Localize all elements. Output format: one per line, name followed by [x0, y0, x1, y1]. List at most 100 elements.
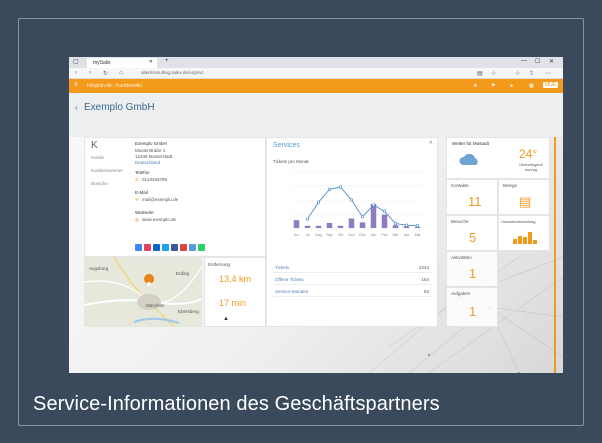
row-label: Tickets — [275, 265, 290, 270]
breadcrumb[interactable]: Infoplan.de › Kundenwiki — [87, 83, 142, 89]
map-pin-icon[interactable] — [147, 282, 151, 286]
service-row[interactable]: Tickets 2244 — [273, 262, 433, 273]
chart-point — [338, 185, 343, 189]
stat-value: 1 — [469, 266, 477, 281]
url-input[interactable]: aiterkonsulting.salex.de/org/svc — [141, 70, 471, 77]
app-screenshot: ▢ mySalix ✕ + — ☐ ✕ ‹ › ↻ ⌂ aiterkonsult… — [69, 57, 563, 373]
stat-tile-belege[interactable]: Belege ▤ — [498, 179, 550, 215]
weather-title: Wetter für Mustadt — [452, 141, 489, 146]
x-tick-label: Jun — [294, 233, 300, 237]
close-window-button[interactable]: ✕ — [549, 58, 554, 65]
weather-temp: 24° — [519, 147, 538, 161]
collections-icon[interactable]: ☆ — [515, 70, 520, 77]
refresh-icon[interactable]: ↻ — [103, 70, 108, 77]
stat-tile-aufgaben[interactable]: Aufgaben 1 — [446, 287, 498, 327]
service-row[interactable]: Offene Tickets 164 — [273, 274, 433, 285]
car-icon: ▲ — [223, 316, 229, 322]
map-label-ebersberg: Ebersberg — [178, 309, 199, 314]
close-tab-icon[interactable]: ✕ — [149, 59, 153, 65]
xing-icon[interactable] — [189, 244, 196, 251]
stat-tile-besuche[interactable]: Besuche 5 — [446, 215, 498, 251]
row-label: Service-Stunden — [275, 289, 309, 294]
company-name: Exemplo GmbH — [135, 141, 167, 146]
service-row[interactable]: Service-Stunden 53 — [273, 286, 433, 297]
more-icon[interactable]: ⋯ — [545, 70, 551, 77]
bell-icon[interactable]: ● — [510, 83, 513, 89]
chart-point — [382, 209, 387, 213]
chart-bar — [348, 218, 355, 228]
contact-card: K Kunde Kundennummer Branche Exemplo Gmb… — [84, 137, 266, 257]
chart-bar — [315, 225, 322, 228]
phone-icon: ✆ — [135, 177, 139, 182]
favorite-icon[interactable]: ☆ — [491, 70, 496, 77]
stat-label: Aktivitäten — [451, 255, 472, 260]
menu-icon[interactable]: ▢ — [73, 58, 79, 65]
stat-tile-kontakte[interactable]: Kontakte 11 — [446, 179, 498, 215]
hamburger-menu-icon[interactable]: ≡ — [74, 82, 78, 88]
email-label: E-Mail — [135, 190, 148, 195]
chart-bar — [304, 225, 311, 228]
flag-icon[interactable]: ⚑ — [491, 83, 495, 89]
facebook-icon[interactable] — [171, 244, 178, 251]
chart-point — [393, 221, 398, 226]
map-label-muenchen: München — [146, 303, 165, 308]
instagram-icon[interactable] — [144, 244, 151, 251]
chart-point — [371, 203, 376, 207]
accent-strip — [554, 137, 556, 373]
chart-bar — [392, 225, 399, 228]
chart-point — [415, 224, 420, 228]
social-links — [135, 244, 205, 251]
map[interactable]: Augsburg Erding München Ebersberg — [84, 257, 202, 327]
x-tick-label: Nov — [348, 233, 354, 237]
x-tick-label: Apr — [404, 233, 410, 237]
new-tab-icon[interactable]: + — [165, 58, 169, 64]
services-title: Services — [273, 142, 300, 149]
maximize-button[interactable]: ☐ — [535, 58, 540, 65]
forward-arrow-icon[interactable]: › — [89, 70, 91, 76]
star-icon[interactable]: ★ — [473, 83, 477, 89]
x-tick-label: Mai — [415, 233, 421, 237]
distance-value: 13,4 km — [219, 274, 252, 284]
x-tick-label: Jan — [371, 233, 377, 237]
stat-value: 5 — [469, 230, 477, 245]
distance-card: Entfernung 13,4 km 17 min ▲ — [204, 257, 266, 327]
x-tick-label: Okt — [338, 233, 343, 237]
twitter-icon[interactable] — [162, 244, 169, 251]
google-icon[interactable] — [135, 244, 142, 251]
back-arrow-icon[interactable]: ‹ — [75, 70, 77, 76]
minimize-button[interactable]: — — [521, 58, 527, 64]
close-icon[interactable]: ✕ — [429, 140, 433, 146]
reader-icon[interactable]: ▤ — [477, 70, 483, 77]
chart-bar — [337, 225, 344, 228]
email-value[interactable]: mail@exemplo.de — [142, 197, 178, 202]
home-icon[interactable]: ⌂ — [119, 70, 123, 76]
whatsapp-icon[interactable] — [198, 244, 205, 251]
stat-value: 11 — [468, 194, 482, 209]
chevron-left-icon[interactable]: ‹ — [75, 103, 78, 112]
grid-icon[interactable]: ▦ — [529, 83, 534, 89]
chart-bar — [359, 222, 366, 228]
cloud-icon — [459, 153, 478, 165]
web-value[interactable]: www.exemplo.de — [142, 217, 176, 222]
stat-label: Belege — [503, 183, 518, 188]
chart-point — [360, 215, 365, 219]
phone-value[interactable]: 0123456789 — [142, 177, 167, 182]
stat-tile-aktivitaeten[interactable]: Aktivitäten 1 — [446, 251, 498, 287]
user-badge[interactable]: MUE — [543, 82, 559, 88]
linkedin-icon[interactable] — [153, 244, 160, 251]
stat-label: Umsatzentwicklung — [501, 219, 536, 224]
row-value: 2244 — [418, 265, 429, 270]
row-value: 164 — [421, 277, 429, 282]
globe-icon: ◍ — [135, 217, 139, 222]
address-line-3[interactable]: Deutschland — [135, 160, 160, 165]
page-title: Exemplo GmbH — [84, 102, 155, 113]
share-icon[interactable]: ⇪ — [529, 70, 534, 77]
browser-tab[interactable]: mySalix ✕ — [87, 58, 157, 68]
distance-label: Entfernung — [208, 262, 231, 267]
stat-label: Kontakte — [451, 183, 469, 188]
stat-tile-umsatz[interactable]: Umsatzentwicklung — [498, 215, 550, 251]
address-bar: ‹ › ↻ ⌂ aiterkonsulting.salex.de/org/svc… — [69, 68, 563, 79]
tab-title: mySalix — [93, 60, 111, 66]
address-line-2: 12345 Musterstadt — [135, 154, 173, 159]
youtube-icon[interactable] — [180, 244, 187, 251]
